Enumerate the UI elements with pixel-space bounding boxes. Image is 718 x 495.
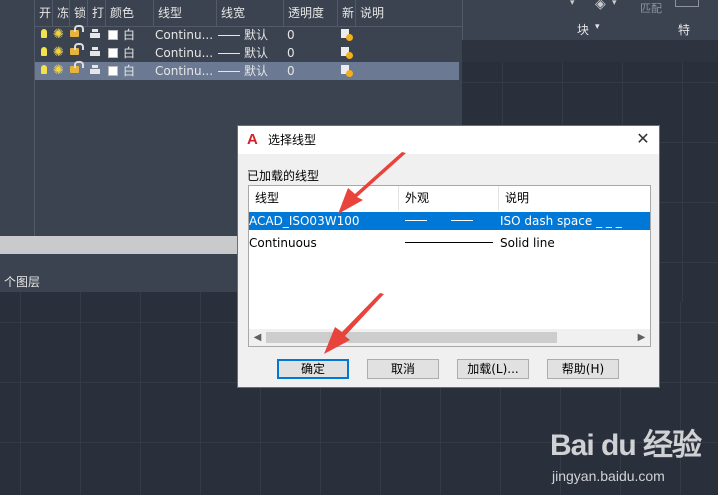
layer-row[interactable]: ✺ 白 Continu... 默认 0 [35,25,459,44]
list-col-appearance[interactable]: 外观 [399,186,499,210]
scroll-left-icon[interactable]: ◀ [249,329,266,346]
ribbon-panel: ▾ ◈ ▾ 匹配 块 ▾ 特 [462,0,718,40]
layer-color-name[interactable]: 白 [123,44,135,62]
list-horizontal-scrollbar[interactable]: ◀ ▶ [249,329,650,346]
lineweight-sample [218,53,240,54]
printer-icon[interactable] [90,29,100,39]
printer-icon[interactable] [90,47,100,57]
layer-transparency[interactable]: 0 [287,44,295,62]
sun-thaw-icon[interactable]: ✺ [53,64,67,78]
ok-button[interactable]: 确定 [277,359,349,379]
new-vp-freeze-icon[interactable] [341,47,353,59]
color-swatch-white[interactable] [108,30,118,40]
layer-transparency[interactable]: 0 [287,62,295,80]
layer-lineweight[interactable]: 默认 [218,44,268,62]
unlock-icon[interactable] [70,25,84,37]
unlock-icon[interactable] [70,61,84,73]
col-lock[interactable]: 锁 [70,0,88,26]
printer-icon[interactable] [90,65,100,75]
new-vp-freeze-icon[interactable] [341,65,353,77]
layer-row-selected[interactable]: ✺ 白 Continu... 默认 0 [35,61,459,80]
scrollbar-thumb[interactable] [266,332,557,343]
baidu-logo: Bai du 经验 [550,429,702,462]
linetype-row-selected[interactable]: ACAD_ISO03W100 ISO dash space _ _ _ [249,212,650,230]
loaded-linetypes-label: 已加载的线型 [247,169,320,183]
layer-linetype[interactable]: Continu... [155,62,215,80]
cancel-button[interactable]: 取消 [367,359,439,379]
unlock-icon[interactable] [70,43,84,55]
col-description[interactable]: 说明 [356,0,462,26]
block-panel-dropdown-icon[interactable]: ▾ [595,22,600,32]
col-plot[interactable]: 打 [88,0,106,26]
color-swatch-white[interactable] [108,66,118,76]
col-transparency[interactable]: 透明度 [284,0,338,26]
linetype-name: Continuous [249,236,317,250]
autocad-logo-icon: A [247,131,258,148]
special-panel-label[interactable]: 特 [678,21,690,38]
layer-table-header: 开 冻 锁 打 颜色 线型 线宽 透明度 新 说明 [35,0,462,27]
block-tool-icon[interactable]: ◈ [595,0,606,12]
layer-filter-tree[interactable] [0,0,35,236]
col-lineweight[interactable]: 线宽 [217,0,284,26]
select-linetype-dialog: A 选择线型 ✕ 已加载的线型 线型 外观 说明 ACAD_ISO03W100 … [237,125,660,388]
lineweight-sample [218,71,240,72]
ribbon-dropdown-icon[interactable]: ▾ [612,0,617,8]
layer-linetype[interactable]: Continu... [155,26,215,44]
watermark-url: jingyan.baidu.com [552,468,665,484]
linetype-description: Solid line [500,236,555,250]
layer-row[interactable]: ✺ 白 Continu... 默认 0 [35,43,459,62]
list-col-description[interactable]: 说明 [499,186,650,210]
layer-color-name[interactable]: 白 [123,62,135,80]
layer-linetype[interactable]: Continu... [155,44,215,62]
dialog-title: 选择线型 [268,133,317,147]
baidu-jingyan-watermark: Bai du 经验 jingyan.baidu.com [550,428,715,493]
col-on[interactable]: 开 [35,0,53,26]
layer-transparency[interactable]: 0 [287,26,295,44]
list-col-linetype[interactable]: 线型 [249,186,399,210]
match-properties-label[interactable]: 匹配 [640,0,662,16]
col-linetype[interactable]: 线型 [154,0,217,26]
sun-thaw-icon[interactable]: ✺ [53,28,67,42]
layer-lineweight[interactable]: 默认 [218,26,268,44]
scroll-right-icon[interactable]: ▶ [633,329,650,346]
lineweight-label: 默认 [244,46,269,60]
ribbon-tab-strip [462,40,718,62]
lightbulb-on-icon[interactable] [41,29,47,38]
col-new-vp-freeze[interactable]: 新 [338,0,356,26]
close-icon[interactable]: ✕ [635,131,651,147]
color-swatch-white[interactable] [108,48,118,58]
lightbulb-on-icon[interactable] [41,47,47,56]
block-panel-label[interactable]: 块 [577,21,589,38]
linetype-list[interactable]: 线型 外观 说明 ACAD_ISO03W100 ISO dash space _… [248,185,651,347]
properties-tool-icon[interactable] [675,0,699,7]
lineweight-label: 默认 [244,64,269,78]
lightbulb-on-icon[interactable] [41,65,47,74]
linetype-description: ISO dash space _ _ _ [500,214,622,228]
lineweight-sample [218,35,240,36]
layer-lineweight[interactable]: 默认 [218,62,268,80]
col-freeze[interactable]: 冻 [53,0,70,26]
linetype-row[interactable]: Continuous Solid line [249,234,650,252]
ribbon-dropdown-icon[interactable]: ▾ [570,0,575,8]
load-button[interactable]: 加载(L)... [457,359,529,379]
layer-color-name[interactable]: 白 [123,26,135,44]
help-button[interactable]: 帮助(H) [547,359,619,379]
new-vp-freeze-icon[interactable] [341,29,353,41]
lineweight-label: 默认 [244,28,269,42]
linetype-name: ACAD_ISO03W100 [249,214,360,228]
sun-thaw-icon[interactable]: ✺ [53,46,67,60]
dialog-titlebar[interactable]: A 选择线型 ✕ [238,126,659,154]
col-color[interactable]: 颜色 [106,0,154,26]
layer-count-text: 个图层 [4,275,41,289]
